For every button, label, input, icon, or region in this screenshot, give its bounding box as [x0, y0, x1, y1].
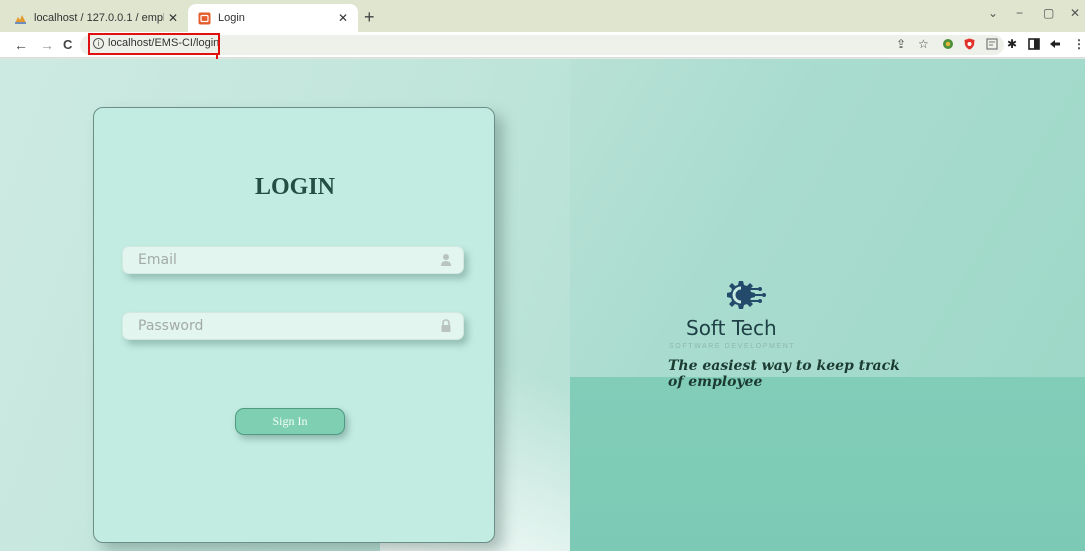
- close-icon[interactable]: ✕: [334, 11, 352, 25]
- soft-tech-logo-icon: [727, 281, 766, 309]
- brand-name: Soft Tech: [686, 316, 777, 340]
- url-highlight-box: [88, 33, 220, 55]
- login-title: LOGIN: [254, 174, 335, 200]
- close-icon[interactable]: ✕: [164, 11, 182, 25]
- right-lower-background: [570, 377, 1085, 551]
- window-close-button[interactable]: ✕: [1070, 6, 1080, 20]
- star-icon[interactable]: ☆: [918, 37, 929, 51]
- reload-button[interactable]: C: [63, 36, 72, 54]
- sidepanel-icon[interactable]: [1028, 38, 1040, 50]
- tab-title: localhost / 127.0.0.1 / employee: [34, 12, 164, 24]
- puzzle-icon[interactable]: ✱: [1007, 37, 1017, 51]
- user-icon: [441, 254, 451, 266]
- tab-login[interactable]: Login ✕: [188, 4, 358, 32]
- extension-color-icon[interactable]: [942, 38, 954, 50]
- tagline-line-1: The easiest way to keep track: [668, 358, 900, 374]
- new-tab-button[interactable]: +: [364, 6, 375, 28]
- restore-button[interactable]: ▢: [1043, 6, 1054, 20]
- menu-icon[interactable]: ⋮: [1073, 37, 1085, 51]
- reading-list-icon[interactable]: [986, 38, 998, 50]
- profile-icon[interactable]: [1049, 39, 1061, 49]
- page-viewport: LOGIN Sign In Soft Tech SOFTWARE DEVEL: [0, 59, 1085, 551]
- brand-tagline: The easiest way to keep track of employe…: [668, 358, 968, 390]
- browser-tab-strip: localhost / 127.0.0.1 / employee ✕ Login…: [0, 0, 1085, 32]
- lock-icon: [441, 319, 451, 332]
- share-icon[interactable]: ⇪: [896, 37, 906, 51]
- password-field[interactable]: [122, 312, 464, 340]
- login-favicon-icon: [198, 12, 211, 24]
- minimize-button[interactable]: −: [1016, 6, 1023, 20]
- tab-search-chevron-icon[interactable]: ⌄: [988, 6, 998, 20]
- brand-subtitle: SOFTWARE DEVELOPMENT: [669, 343, 796, 350]
- login-card: LOGIN Sign In: [93, 107, 495, 543]
- tab-phpmyadmin[interactable]: localhost / 127.0.0.1 / employee ✕: [6, 4, 188, 32]
- email-field[interactable]: [122, 246, 464, 274]
- shield-extension-icon[interactable]: [964, 38, 975, 50]
- sign-in-button[interactable]: Sign In: [235, 408, 345, 435]
- password-input[interactable]: [123, 313, 433, 339]
- forward-button[interactable]: →: [40, 36, 54, 54]
- tagline-line-2: of employee: [668, 374, 763, 390]
- phpmyadmin-favicon-icon: [15, 14, 26, 24]
- tab-title: Login: [218, 12, 245, 24]
- email-input[interactable]: [123, 247, 433, 273]
- back-button[interactable]: ←: [14, 36, 28, 54]
